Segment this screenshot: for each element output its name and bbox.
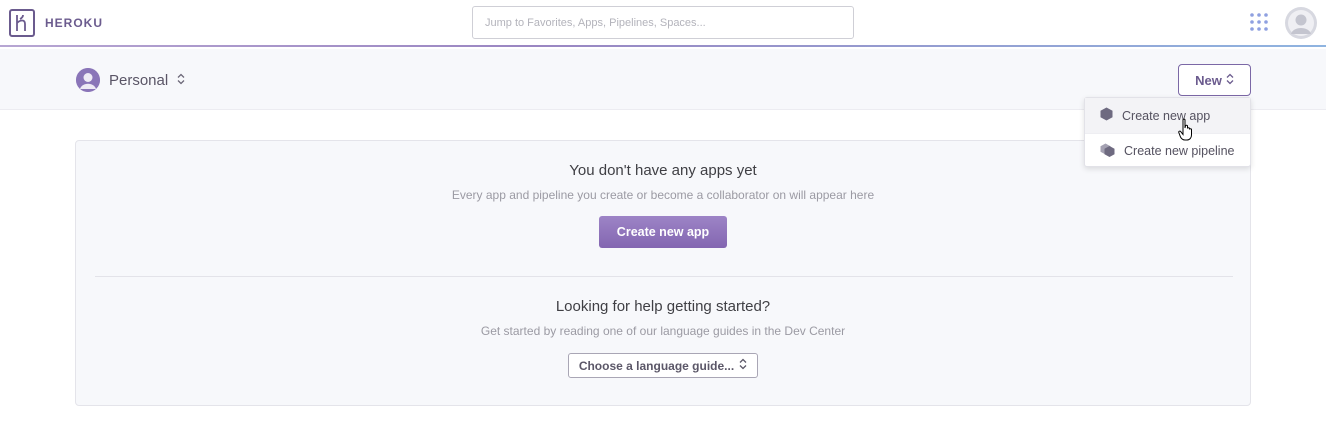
top-nav: HEROKU (0, 0, 1326, 47)
language-guide-label: Choose a language guide... (578, 358, 735, 373)
heroku-logo-icon (9, 9, 35, 37)
empty-state-card: You don't have any apps yet Every app an… (75, 140, 1251, 406)
apps-grid-icon[interactable] (1249, 12, 1269, 32)
new-button-label: New (1195, 72, 1222, 88)
app-hexagon-icon (1100, 107, 1113, 124)
account-switcher[interactable]: Personal (76, 68, 185, 92)
new-dropdown-menu: Create new app Create new pipeline (1084, 97, 1251, 167)
user-avatar-icon[interactable] (1285, 7, 1317, 39)
personal-avatar-icon (76, 68, 100, 92)
pipeline-hexagons-icon (1100, 143, 1115, 160)
account-label: Personal (109, 71, 169, 89)
divider (95, 276, 1233, 277)
hand-cursor-icon (1178, 118, 1196, 147)
menu-item-create-new-pipeline[interactable]: Create new pipeline (1085, 133, 1250, 168)
help-section: Looking for help getting started? Get st… (76, 298, 1250, 378)
menu-item-create-new-app[interactable]: Create new app (1085, 98, 1250, 133)
language-guide-select[interactable]: Choose a language guide... (568, 353, 758, 378)
create-new-app-button[interactable]: Create new app (599, 216, 727, 248)
new-button[interactable]: New (1178, 64, 1251, 96)
help-subtitle: Get started by reading one of our langua… (480, 324, 846, 338)
empty-title: You don't have any apps yet (569, 162, 757, 179)
chevron-updown-icon (1226, 73, 1234, 88)
heroku-logo[interactable]: HEROKU (9, 9, 103, 37)
menu-item-label: Create new app (1122, 108, 1211, 123)
heroku-wordmark: HEROKU (45, 16, 104, 30)
chevron-updown-icon (739, 358, 747, 373)
no-apps-section: You don't have any apps yet Every app an… (76, 162, 1250, 248)
empty-subtitle: Every app and pipeline you create or bec… (451, 188, 875, 202)
search-input[interactable] (472, 6, 854, 39)
help-title: Looking for help getting started? (555, 298, 771, 315)
chevron-updown-icon (177, 73, 185, 88)
